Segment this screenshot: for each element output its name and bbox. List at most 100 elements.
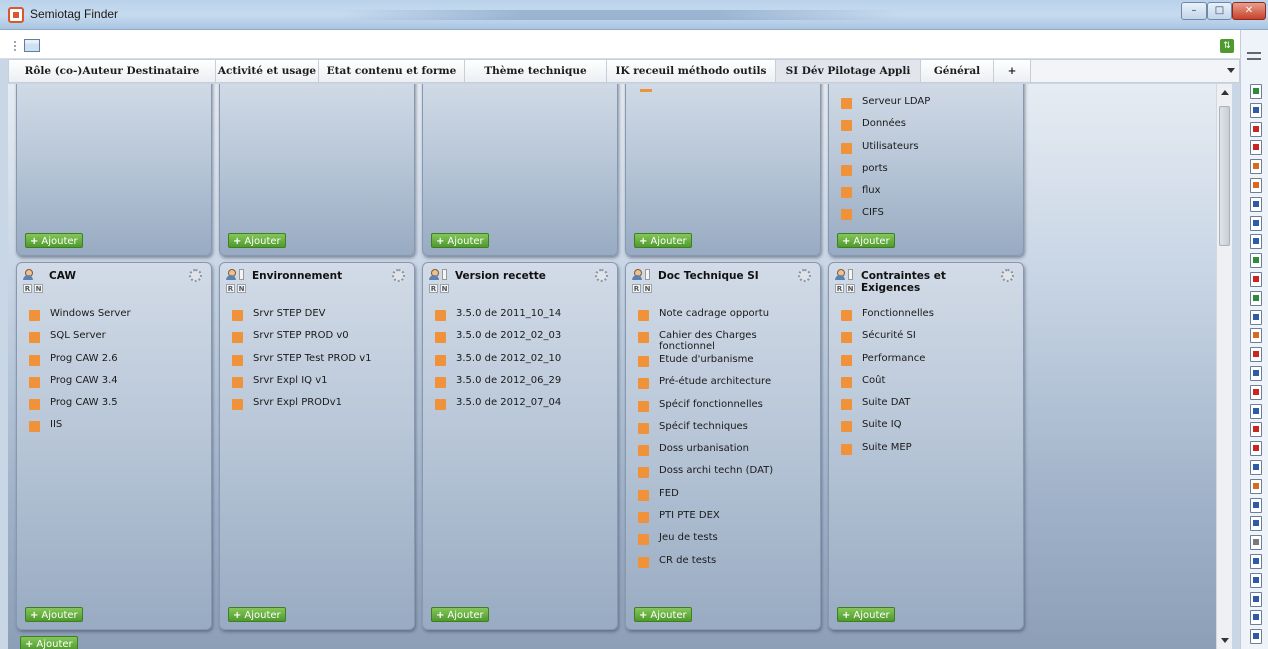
word-document-icon[interactable] [1250, 102, 1262, 118]
list-item[interactable]: Données [841, 115, 1021, 137]
list-item[interactable]: Utilisateurs [841, 138, 1021, 160]
word-document-icon[interactable] [1250, 572, 1262, 588]
add-button[interactable]: + Ajouter [25, 607, 83, 622]
pdf-document-icon[interactable] [1250, 347, 1262, 363]
powerpoint-document-icon[interactable] [1250, 328, 1262, 344]
n-badge[interactable]: N [846, 284, 855, 293]
list-item[interactable]: FED [638, 485, 818, 507]
tab-si-dev-pilotage[interactable]: SI Dév Pilotage Appli [776, 60, 921, 82]
powerpoint-document-icon[interactable] [1250, 178, 1262, 193]
pdf-document-icon[interactable] [1250, 272, 1262, 287]
list-item[interactable]: Srvr Expl PRODv1 [232, 394, 412, 416]
n-badge[interactable]: N [237, 284, 246, 293]
word-document-icon[interactable] [1250, 610, 1262, 626]
list-item[interactable]: Pré-étude architecture [638, 373, 818, 395]
pdf-document-icon[interactable] [1250, 384, 1262, 400]
list-item[interactable]: 3.5.0 de 2012_02_03 [435, 327, 615, 349]
scroll-up-icon[interactable] [1221, 90, 1229, 95]
list-item[interactable]: Prog CAW 3.5 [29, 394, 209, 416]
list-item[interactable]: Prog CAW 2.6 [29, 350, 209, 372]
scrollbar-thumb[interactable] [1219, 106, 1230, 246]
n-badge[interactable]: N [34, 284, 43, 293]
list-item[interactable]: Note cadrage opportu [638, 305, 818, 327]
add-column-button[interactable]: + Ajouter [20, 636, 78, 649]
word-document-icon[interactable] [1250, 196, 1262, 212]
minimize-button[interactable]: – [1181, 2, 1207, 20]
gear-icon[interactable] [189, 269, 202, 282]
gear-icon[interactable] [798, 269, 811, 282]
list-item[interactable]: Doss urbanisation [638, 440, 818, 462]
list-item[interactable]: Srvr STEP Test PROD v1 [232, 350, 412, 372]
word-document-icon[interactable] [1250, 591, 1262, 607]
add-button[interactable]: + Ajouter [228, 607, 286, 622]
gear-icon[interactable] [595, 269, 608, 282]
list-item[interactable]: flux [841, 182, 1021, 204]
r-badge[interactable]: R [23, 284, 32, 293]
info-icon[interactable] [848, 269, 853, 280]
list-item[interactable]: Serveur LDAP [841, 93, 1021, 115]
list-item[interactable]: CR de tests [638, 552, 818, 574]
list-item[interactable]: Windows Server [29, 305, 209, 327]
list-item[interactable]: Srvr STEP PROD v0 [232, 327, 412, 349]
add-button[interactable]: + Ajouter [228, 233, 286, 248]
tab-ik-receuil[interactable]: IK receuil méthodo outils [607, 60, 776, 82]
person-icon[interactable] [632, 269, 642, 280]
word-document-icon[interactable] [1250, 554, 1262, 569]
list-item[interactable]: ports [841, 160, 1021, 182]
list-item[interactable]: CIFS [841, 204, 1021, 226]
r-badge[interactable]: R [632, 284, 641, 293]
list-item[interactable]: 3.5.0 de 2012_06_29 [435, 372, 615, 394]
tab-role-auteur[interactable]: Rôle (co-)Auteur Destinataire [9, 60, 216, 82]
tab-general[interactable]: Général [921, 60, 994, 82]
list-item[interactable]: Suite IQ [841, 416, 1021, 438]
r-badge[interactable]: R [835, 284, 844, 293]
vertical-scrollbar[interactable] [1216, 84, 1232, 649]
word-document-icon[interactable] [1250, 366, 1262, 381]
scroll-down-icon[interactable] [1221, 638, 1229, 643]
r-badge[interactable]: R [226, 284, 235, 293]
add-button[interactable]: + Ajouter [634, 607, 692, 622]
list-item[interactable]: PTI PTE DEX [638, 507, 818, 529]
toolbar-grip-icon[interactable] [14, 41, 16, 51]
add-button[interactable]: + Ajouter [25, 233, 83, 248]
list-item[interactable]: Jeu de tests [638, 529, 818, 551]
list-item[interactable]: Prog CAW 3.4 [29, 372, 209, 394]
list-item[interactable]: Etude d'urbanisme [638, 354, 818, 373]
info-icon[interactable] [239, 269, 244, 280]
pdf-document-icon[interactable] [1250, 140, 1262, 156]
list-item[interactable]: Srvr Expl IQ v1 [232, 372, 412, 394]
collapse-icon[interactable] [1247, 52, 1261, 60]
add-button[interactable]: + Ajouter [837, 233, 895, 248]
word-document-icon[interactable] [1250, 234, 1262, 250]
list-item[interactable]: Performance [841, 350, 1021, 372]
list-item[interactable]: Doss archi techn (DAT) [638, 462, 818, 484]
list-item[interactable]: 3.5.0 de 2011_10_14 [435, 305, 615, 327]
list-item[interactable]: Fonctionnelles [841, 305, 1021, 327]
info-icon[interactable] [645, 269, 650, 280]
list-view-icon[interactable] [24, 39, 40, 52]
excel-document-icon[interactable] [1250, 253, 1262, 269]
list-item[interactable]: Sécurité SI [841, 327, 1021, 349]
list-item[interactable]: IIS [29, 416, 209, 438]
word-document-icon[interactable] [1250, 497, 1262, 513]
maximize-button[interactable]: □ [1207, 2, 1232, 20]
tab-add[interactable]: + [994, 60, 1031, 82]
list-item[interactable]: Spécif techniques [638, 418, 818, 440]
gear-icon[interactable] [1001, 269, 1014, 282]
word-document-icon[interactable] [1250, 403, 1262, 419]
powerpoint-document-icon[interactable] [1250, 159, 1262, 175]
add-button[interactable]: + Ajouter [431, 233, 489, 248]
tab-list-dropdown-icon[interactable] [1227, 68, 1235, 73]
person-icon[interactable] [429, 269, 439, 280]
add-button[interactable]: + Ajouter [431, 607, 489, 622]
shortcut-document-icon[interactable] [1250, 535, 1262, 551]
list-item[interactable]: Suite MEP [841, 439, 1021, 461]
word-document-icon[interactable] [1250, 309, 1262, 325]
person-icon[interactable] [226, 269, 236, 280]
word-document-icon[interactable] [1250, 460, 1262, 475]
n-badge[interactable]: N [643, 284, 652, 293]
info-icon[interactable] [442, 269, 447, 280]
tab-activite-usage[interactable]: Activité et usage [216, 60, 319, 82]
list-item[interactable]: Cahier des Charges fonctionnel [638, 327, 818, 354]
close-button[interactable]: ✕ [1232, 2, 1266, 20]
